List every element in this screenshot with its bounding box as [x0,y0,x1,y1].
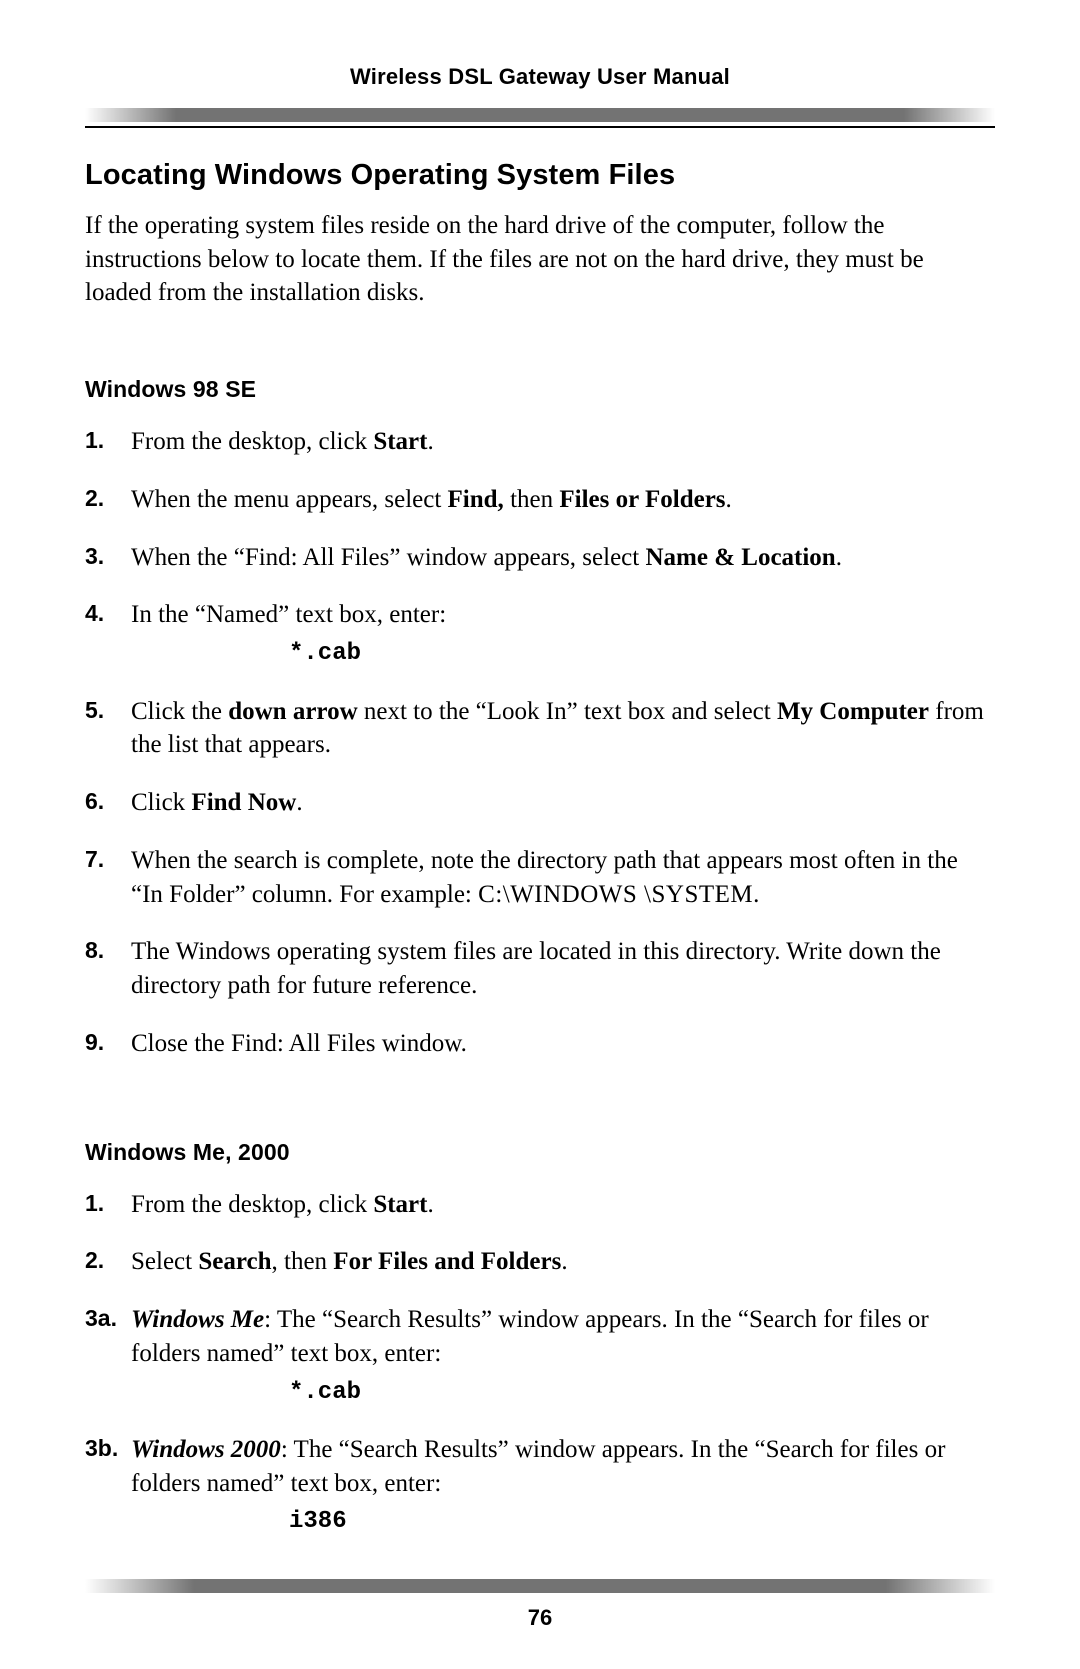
text-smallcaps: C:\WINDOWS \SYSTEM [478,881,753,908]
list-win98: 1. From the desktop, click Start. 2. Whe… [85,425,995,1060]
list-item: 8. The Windows operating system files ar… [85,935,995,1003]
list-body: Windows Me: The “Search Results” window … [131,1303,995,1409]
list-body: From the desktop, click Start. [131,425,995,459]
list-winme: 1. From the desktop, click Start. 2. Sel… [85,1188,995,1539]
list-number: 2. [85,483,131,514]
text: Click the [131,698,228,725]
text-bold: Find Now [191,789,296,816]
list-number: 2. [85,1245,131,1276]
list-item: 7. When the search is complete, note the… [85,844,995,912]
text-bold: For Files and Folders [333,1248,561,1275]
text-bold: Start [373,428,427,455]
text: . [561,1248,567,1275]
text: next to the “Look In” text box and selec… [358,698,777,725]
subheading-winme: Windows Me, 2000 [85,1137,995,1168]
footer-gradient-bar [85,1579,995,1593]
section-intro: If the operating system files reside on … [85,209,995,310]
list-item: 3b. Windows 2000: The “Search Results” w… [85,1433,995,1539]
text-bold-italic: Windows Me [131,1306,264,1333]
text: . [427,1191,433,1218]
text: In the “Named” text box, enter: [131,598,995,632]
text: then [504,486,560,513]
text: When the menu appears, select [131,486,448,513]
list-item: 1. From the desktop, click Start. [85,425,995,459]
list-body: From the desktop, click Start. [131,1188,995,1222]
list-body: Click Find Now. [131,786,995,820]
list-body: When the “Find: All Files” window appear… [131,541,995,575]
header-rule [85,126,995,128]
text: Select [131,1248,198,1275]
list-body: When the search is complete, note the di… [131,844,995,912]
list-body: When the menu appears, select Find, then… [131,483,995,517]
text-bold: Find, [448,486,504,513]
text-bold: Start [373,1191,427,1218]
list-number: 1. [85,425,131,456]
list-body: Select Search, then For Files and Folder… [131,1245,995,1279]
list-number: 7. [85,844,131,875]
text-bold: Files or Folders [559,486,725,513]
code: *.cab [131,638,995,670]
text: . [726,486,732,513]
text: From the desktop, click [131,428,373,455]
list-number: 9. [85,1027,131,1058]
list-body: Close the Find: All Files window. [131,1027,995,1061]
text-bold: Search [198,1248,271,1275]
list-item: 6. Click Find Now. [85,786,995,820]
list-number: 8. [85,935,131,966]
section-title: Locating Windows Operating System Files [85,156,995,195]
header-gradient-bar [85,108,995,122]
list-item: 4. In the “Named” text box, enter: *.cab [85,598,995,670]
list-body: Windows 2000: The “Search Results” windo… [131,1433,995,1539]
code: i386 [131,1506,995,1538]
list-item: 5. Click the down arrow next to the “Loo… [85,695,995,763]
list-item: 2. When the menu appears, select Find, t… [85,483,995,517]
list-item: 3a. Windows Me: The “Search Results” win… [85,1303,995,1409]
list-number: 5. [85,695,131,726]
list-body: Click the down arrow next to the “Look I… [131,695,995,763]
text: . [836,544,842,571]
list-number: 3. [85,541,131,572]
list-number: 3a. [85,1303,131,1334]
text: . [296,789,302,816]
text-bold: Name & Location [645,544,835,571]
text: . [427,428,433,455]
text: From the desktop, click [131,1191,373,1218]
text: Click [131,789,191,816]
text-bold: down arrow [228,698,357,725]
page: Wireless DSL Gateway User Manual Locatin… [0,0,1080,1669]
text: , then [272,1248,334,1275]
subheading-win98: Windows 98 SE [85,374,995,405]
spacer [85,1085,995,1137]
text-bold-italic: Windows 2000 [131,1436,281,1463]
list-number: 6. [85,786,131,817]
text: When the “Find: All Files” window appear… [131,544,645,571]
list-number: 3b. [85,1433,131,1464]
page-number: 76 [0,1603,1080,1633]
list-body: In the “Named” text box, enter: *.cab [131,598,995,670]
doc-header-title: Wireless DSL Gateway User Manual [85,0,995,108]
list-item: 9. Close the Find: All Files window. [85,1027,995,1061]
list-item: 2. Select Search, then For Files and Fol… [85,1245,995,1279]
page-footer: 76 [0,1579,1080,1633]
list-number: 1. [85,1188,131,1219]
list-body: The Windows operating system files are l… [131,935,995,1003]
code: *.cab [131,1377,995,1409]
list-number: 4. [85,598,131,629]
list-item: 3. When the “Find: All Files” window app… [85,541,995,575]
text: . [753,881,759,908]
text-bold: My Computer [777,698,929,725]
list-item: 1. From the desktop, click Start. [85,1188,995,1222]
